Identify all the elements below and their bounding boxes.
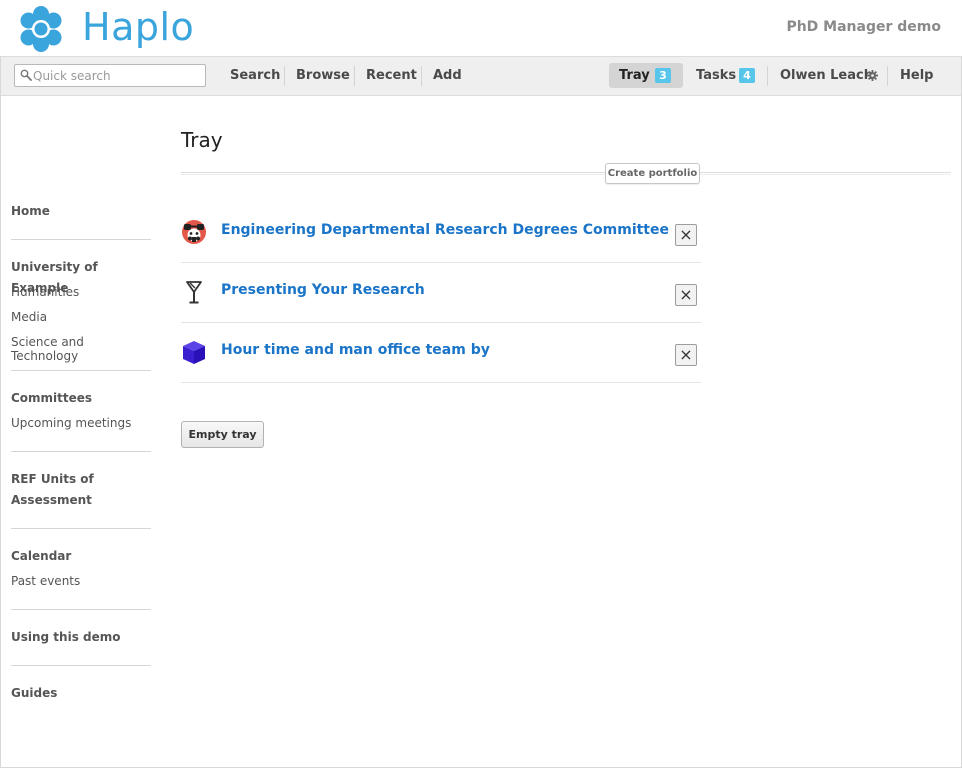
nav-tray[interactable]: Tray [619, 68, 650, 83]
nav-divider [284, 66, 285, 86]
page-title: Tray [181, 128, 223, 152]
sidebar-item-using-demo[interactable]: Using this demo [11, 627, 121, 648]
tray-item-row: Engineering Departmental Research Degree… [181, 203, 701, 263]
sidebar-item-ref-units[interactable]: REF Units of [11, 469, 94, 490]
remove-item-button[interactable]: × [675, 224, 697, 246]
nav-search[interactable]: Search [230, 68, 280, 83]
remove-item-button[interactable]: × [675, 284, 697, 306]
sidebar-item-science-technology[interactable]: Science and Technology [11, 335, 151, 363]
nav-divider [354, 66, 355, 86]
app-label: PhD Manager demo [786, 19, 941, 35]
committee-icon [182, 220, 206, 244]
sidebar-divider [11, 528, 151, 529]
sidebar-item-calendar[interactable]: Calendar [11, 546, 71, 567]
sidebar-divider [11, 451, 151, 452]
sidebar-item-past-events[interactable]: Past events [11, 574, 80, 588]
nav-divider [887, 66, 888, 86]
tray-count-badge: 3 [655, 68, 671, 83]
sidebar-item-guides[interactable]: Guides [11, 683, 57, 704]
close-icon: × [679, 285, 693, 304]
close-icon: × [679, 345, 693, 364]
window-frame [0, 0, 962, 768]
sidebar-item-home[interactable]: Home [11, 201, 50, 222]
title-divider [181, 172, 951, 175]
empty-tray-button[interactable]: Empty tray [181, 421, 264, 448]
sidebar-divider [11, 370, 151, 371]
app-name[interactable]: Haplo [82, 5, 194, 49]
cube-icon [183, 341, 205, 364]
sidebar-divider [11, 665, 151, 666]
sidebar-divider [11, 609, 151, 610]
nav-tasks[interactable]: Tasks [696, 68, 736, 83]
close-icon: × [679, 225, 693, 244]
tray-item-row: Presenting Your Research × [181, 263, 701, 323]
nav-user-menu[interactable]: Olwen Leach [780, 68, 873, 83]
tasks-count-badge: 4 [739, 68, 755, 83]
sidebar-divider [11, 239, 151, 240]
sidebar-item-media[interactable]: Media [11, 310, 47, 324]
sidebar-item-ref-units-line2[interactable]: Assessment [11, 490, 92, 511]
sidebar-item-upcoming-meetings[interactable]: Upcoming meetings [11, 416, 131, 430]
search-icon [20, 69, 32, 81]
sidebar-item-humanities[interactable]: Humanities [11, 285, 79, 299]
nav-divider [767, 66, 768, 86]
tray-item-link[interactable]: Presenting Your Research [221, 282, 425, 298]
nav-help[interactable]: Help [900, 68, 933, 83]
nav-recent[interactable]: Recent [366, 68, 417, 83]
quick-search-input[interactable] [33, 66, 203, 85]
top-navbar: Search Browse Recent Add Tray 3 Tasks 4 … [1, 56, 961, 96]
nav-add[interactable]: Add [433, 68, 462, 83]
remove-item-button[interactable]: × [675, 344, 697, 366]
app-header: Haplo PhD Manager demo [0, 0, 962, 56]
haplo-logo-icon[interactable] [16, 4, 66, 54]
event-icon [186, 281, 202, 304]
create-portfolio-button[interactable]: Create portfolio [605, 163, 700, 184]
tray-item-row: Hour time and man office team by × [181, 323, 701, 383]
tray-item-link[interactable]: Engineering Departmental Research Degree… [221, 222, 669, 238]
sidebar-item-committees[interactable]: Committees [11, 388, 92, 409]
tray-item-link[interactable]: Hour time and man office team by [221, 342, 490, 358]
nav-divider [421, 66, 422, 86]
quick-search-box[interactable] [14, 64, 206, 87]
gear-icon[interactable] [867, 70, 878, 81]
nav-browse[interactable]: Browse [296, 68, 350, 83]
